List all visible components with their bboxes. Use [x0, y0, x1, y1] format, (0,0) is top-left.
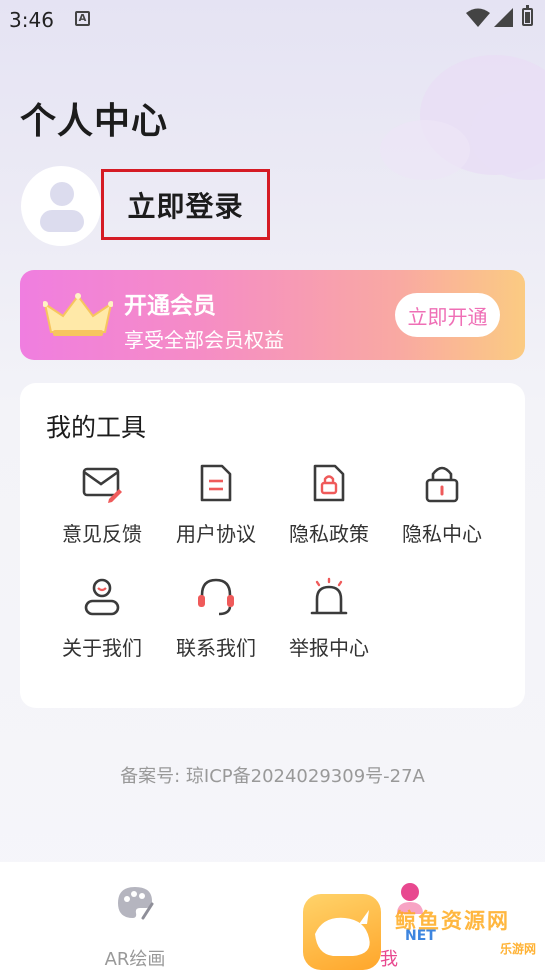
login-label: 立即登录: [127, 189, 244, 223]
status-bar: 3:46 A: [0, 0, 545, 40]
avatar[interactable]: [21, 166, 101, 246]
open-vip-button[interactable]: 立即开通: [395, 293, 500, 337]
watermark-sub: 乐游网: [500, 942, 537, 956]
vip-card[interactable]: 开通会员 享受全部会员权益 立即开通: [20, 270, 525, 360]
tool-label: 用户协议: [176, 522, 256, 546]
tab-label: AR绘画: [104, 949, 166, 970]
notification-icon: A: [75, 11, 90, 26]
lock-icon: [425, 466, 459, 503]
alarm-icon: [310, 577, 348, 615]
status-time: 3:46: [9, 8, 54, 32]
tab-label: 我: [380, 949, 398, 970]
tool-contact-us[interactable]: 联系我们: [160, 577, 272, 677]
page: 3:46 A 个人中心 立即登录 开通会员 享受全部会员权益 立即开通 我的工具: [0, 0, 545, 970]
user-icon: [84, 578, 120, 616]
tool-privacy-policy[interactable]: 隐私政策: [273, 463, 385, 563]
tool-privacy-center[interactable]: 隐私中心: [386, 463, 498, 563]
tools-title: 我的工具: [46, 413, 147, 442]
tool-label: 隐私中心: [402, 522, 482, 546]
watermark-site: NET: [405, 928, 436, 944]
tab-ar-drawing[interactable]: AR绘画: [95, 880, 175, 970]
document-icon: [200, 464, 232, 502]
tools-card: 我的工具 意见反馈 用户协议 隐私政策 隐私中心 关于我们 联系我们 举报中心: [20, 383, 525, 708]
tool-feedback[interactable]: 意见反馈: [46, 463, 158, 563]
tool-label: 意见反馈: [62, 522, 142, 546]
watermark-logo: [303, 894, 381, 970]
tool-label: 关于我们: [62, 636, 142, 660]
feedback-mail-icon: [82, 467, 122, 503]
document-lock-icon: [313, 464, 345, 502]
wifi-icon: [466, 8, 490, 27]
signal-icon: [494, 8, 513, 27]
page-title: 个人中心: [20, 101, 169, 142]
tool-label: 联系我们: [176, 636, 256, 660]
whale-icon: [315, 910, 370, 956]
battery-icon: [522, 5, 533, 26]
icp-record: 备案号: 琼ICP备2024029309号-27A: [120, 766, 425, 787]
palette-icon: [118, 887, 154, 920]
login-button[interactable]: 立即登录: [101, 169, 270, 240]
cloud-decoration: [380, 120, 470, 180]
tool-label: 隐私政策: [289, 522, 369, 546]
avatar-head: [50, 182, 74, 206]
vip-subtitle: 享受全部会员权益: [124, 328, 284, 352]
tool-user-agreement[interactable]: 用户协议: [160, 463, 272, 563]
tool-report-center[interactable]: 举报中心: [273, 577, 385, 677]
headset-icon: [198, 578, 234, 616]
crown-icon: [43, 293, 113, 336]
tool-about-us[interactable]: 关于我们: [46, 577, 158, 677]
avatar-body: [40, 210, 84, 232]
vip-title: 开通会员: [124, 293, 216, 319]
tool-label: 举报中心: [289, 636, 369, 660]
